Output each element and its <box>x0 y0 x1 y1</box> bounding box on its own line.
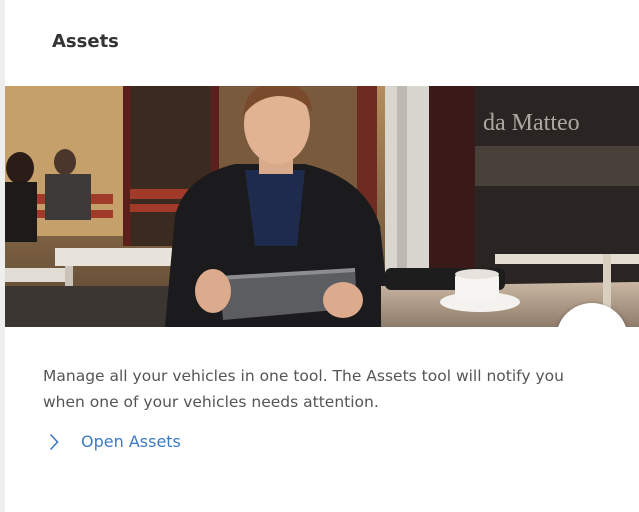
card-title: Assets <box>52 30 119 52</box>
assets-card: Assets da Matteo Manage all your vehicle… <box>5 0 639 512</box>
card-description: Manage all your vehicles in one tool. Th… <box>43 367 564 411</box>
chevron-right-icon <box>49 433 59 450</box>
open-assets-link[interactable]: Open Assets <box>49 432 639 451</box>
hero-image: da Matteo <box>5 86 639 327</box>
card-header: Assets <box>5 0 639 86</box>
card-body: Manage all your vehicles in one tool. Th… <box>5 327 639 451</box>
storefront-text: da Matteo <box>483 110 580 136</box>
cafe-photo: da Matteo <box>5 86 639 327</box>
vehicle-icon <box>574 323 610 327</box>
open-assets-label: Open Assets <box>81 432 181 451</box>
